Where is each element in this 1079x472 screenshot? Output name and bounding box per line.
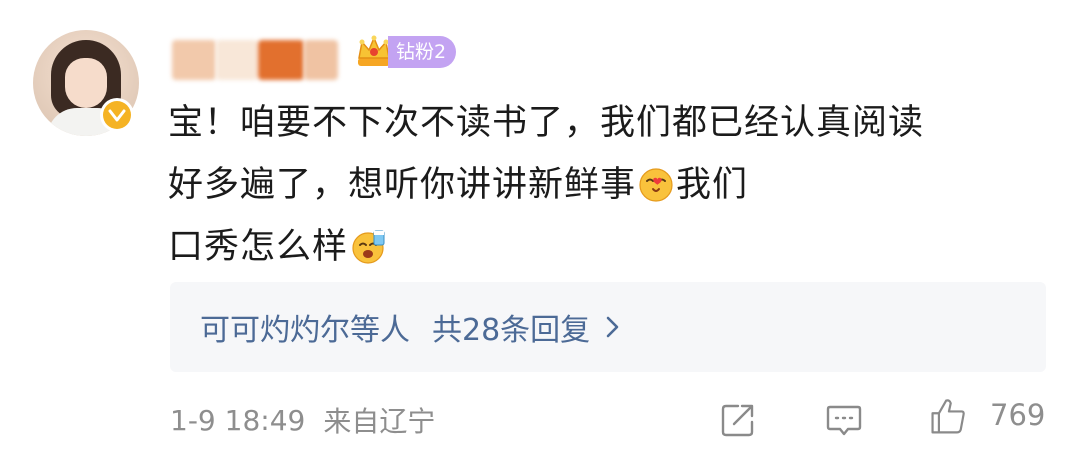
reply-count[interactable]: 共28条回复	[432, 305, 590, 349]
comment-line-3: 口秀怎么样	[168, 216, 1048, 278]
like-count: 769	[990, 398, 1046, 432]
thumbs-up-icon[interactable]	[928, 396, 968, 436]
comment-body: 宝！咱要不下次不读书了，我们都已经认真阅读 好多遍了，想听你讲讲新鲜事 我们 口…	[168, 92, 1048, 278]
avatar-face	[65, 58, 107, 108]
comment-icon[interactable]	[824, 400, 864, 440]
share-icon[interactable]	[718, 400, 758, 440]
comment-line-2-text: 好多遍了，想听你讲讲新鲜事	[168, 165, 637, 205]
comment-line-2: 好多遍了，想听你讲讲新鲜事 我们	[168, 154, 1048, 216]
kiss-heart-emoji	[639, 168, 673, 202]
location: 来自辽宁	[323, 405, 436, 438]
comment-line-3-text: 口秀怎么样	[168, 227, 349, 267]
comment-line-1: 宝！咱要不下次不读书了，我们都已经认真阅读	[168, 103, 925, 143]
name-mosaic-3	[258, 40, 304, 80]
text-fade-overlay	[770, 162, 830, 198]
reply-users[interactable]: 可可灼灼尔等人	[200, 305, 410, 349]
name-mosaic-2	[216, 40, 258, 80]
name-mosaic-1	[172, 40, 216, 80]
verified-icon	[100, 98, 134, 132]
comment-footer: 1-9 18:49 来自辽宁	[170, 395, 1050, 445]
replies-panel[interactable]: 可可灼灼尔等人 共28条回复	[170, 282, 1046, 372]
name-mosaic-4	[304, 40, 338, 80]
cheers-emoji	[352, 230, 385, 264]
timestamp: 1-9 18:49	[170, 403, 306, 437]
comment-line-2-after: 我们	[676, 165, 749, 205]
fan-level-badge[interactable]: 钻粉2	[388, 36, 457, 68]
chevron-right-icon[interactable]	[604, 314, 622, 340]
